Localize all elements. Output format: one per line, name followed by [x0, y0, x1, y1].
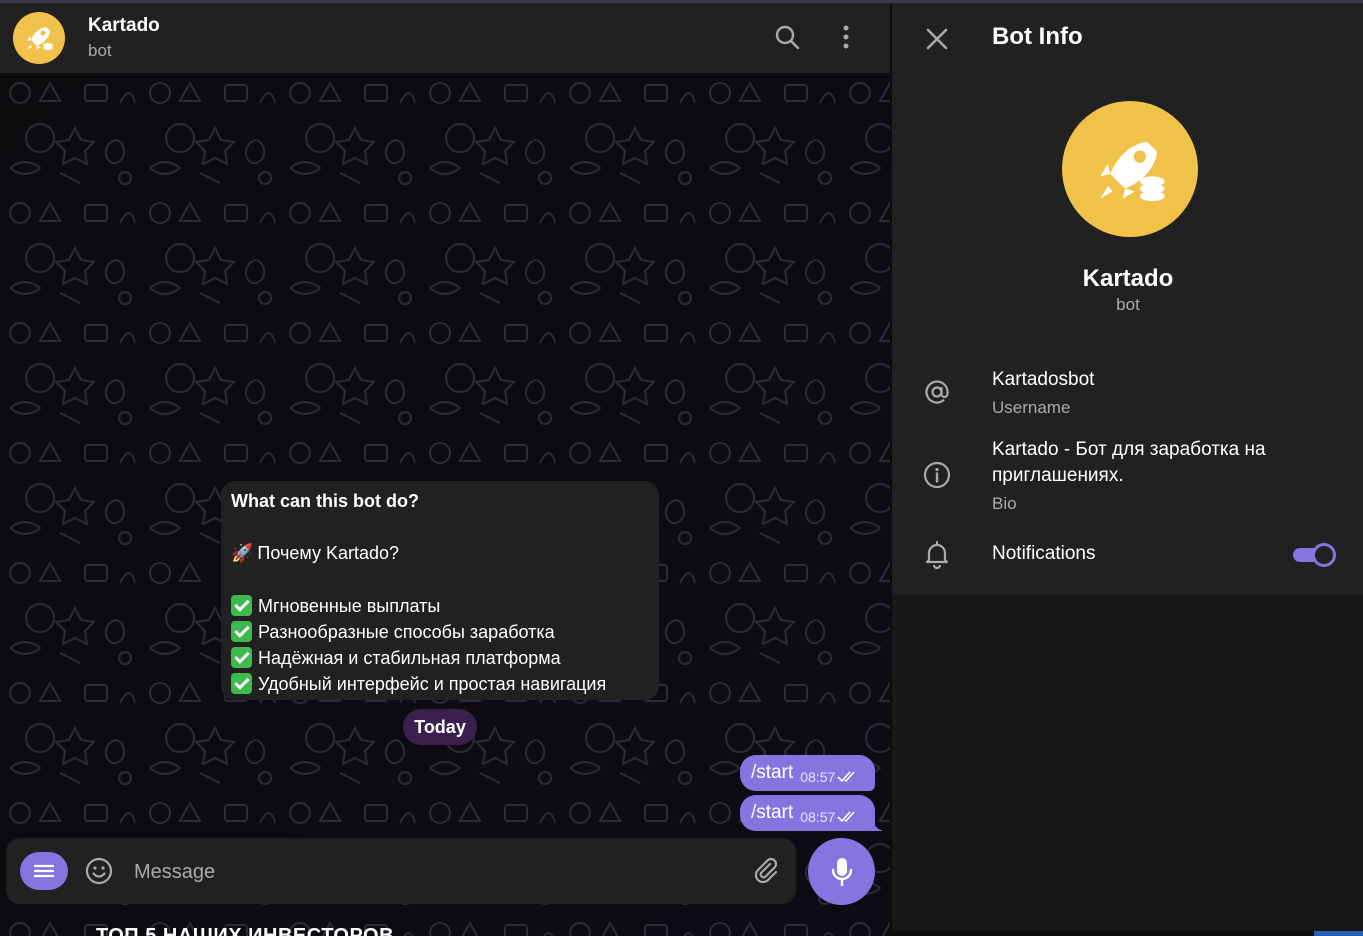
notifications-label: Notifications	[992, 543, 1096, 564]
check-mark-icon	[231, 594, 252, 616]
window-top-border	[0, 0, 1363, 3]
intro-item: Мгновенные выплаты	[231, 593, 649, 619]
bot-name: Kartado	[1082, 265, 1174, 292]
username-label: Username	[992, 398, 1071, 417]
bot-info-panel: Bot Info Kartado bot Kartadosbot Usernam…	[891, 3, 1363, 936]
message-tail	[871, 817, 883, 831]
at-sign-icon	[925, 380, 949, 404]
intro-item: Удобный интерфейс и простая навигация	[231, 671, 649, 697]
rocket-emoji-icon: 🚀	[231, 543, 254, 564]
double-check-icon	[837, 771, 855, 783]
microphone-icon	[831, 857, 852, 886]
panel-title: Bot Info	[992, 23, 1083, 50]
bot-subtitle: bot	[1116, 295, 1140, 314]
message-composer	[6, 838, 796, 904]
info-icon	[923, 461, 951, 489]
menu-icon	[33, 864, 55, 878]
search-button[interactable]	[770, 20, 804, 54]
bot-intro-card: What can this bot do? 🚀 Почему Kartado? М…	[221, 481, 659, 700]
emoji-icon[interactable]	[84, 856, 114, 886]
chat-subtitle: bot	[88, 41, 112, 60]
message-text: /start	[751, 802, 794, 823]
outgoing-message[interactable]: /start 08:57	[740, 755, 875, 791]
more-options-button[interactable]	[829, 20, 863, 54]
message-input[interactable]	[134, 856, 734, 888]
double-check-icon	[837, 811, 855, 823]
chat-header: Kartado bot	[0, 3, 890, 73]
username-value[interactable]: Kartadosbot	[992, 367, 1332, 393]
close-icon[interactable]	[922, 24, 952, 54]
chat-title[interactable]: Kartado	[88, 15, 160, 37]
more-vertical-icon	[843, 25, 849, 49]
intro-item: Разнообразные способы заработка	[231, 619, 649, 645]
message-text: /start	[751, 762, 794, 783]
bio-label: Bio	[992, 494, 1017, 513]
bot-avatar-large[interactable]	[1062, 101, 1198, 237]
message-time: 08:57	[800, 809, 836, 825]
check-mark-icon	[231, 647, 252, 669]
bio-value[interactable]: Kartado - Бот для заработка на приглашен…	[992, 437, 1332, 489]
date-separator: Today	[403, 709, 477, 745]
message-time: 08:57	[800, 769, 836, 785]
toggle-knob	[1312, 543, 1336, 567]
intro-item: Надёжная и стабильная платформа	[231, 645, 649, 671]
intro-title: What can this bot do?	[231, 491, 419, 511]
telegram-app: Kartado bot What can this bot do? 🚀 Почем…	[0, 0, 1363, 936]
background-page-text: ТОП 5 НАШИХ ИНВЕСТОРОВ	[96, 926, 394, 936]
paperclip-icon[interactable]	[750, 856, 780, 886]
intro-heading: 🚀 Почему Kartado?	[231, 540, 649, 566]
outgoing-message[interactable]: /start 08:57	[740, 795, 883, 831]
rocket-icon	[27, 27, 53, 50]
chat-area: Kartado bot What can this bot do? 🚀 Почем…	[0, 0, 890, 936]
bot-avatar[interactable]	[13, 12, 65, 64]
bot-menu-button[interactable]	[20, 852, 68, 890]
search-icon	[775, 25, 800, 50]
taskbar-accent	[1314, 931, 1363, 936]
rocket-icon	[1100, 141, 1165, 202]
bell-icon	[925, 540, 949, 569]
check-mark-icon	[231, 673, 252, 695]
voice-record-button[interactable]	[808, 838, 875, 905]
taskbar-strip	[892, 931, 1314, 936]
check-mark-icon	[231, 620, 252, 642]
notifications-toggle[interactable]	[1293, 543, 1336, 567]
